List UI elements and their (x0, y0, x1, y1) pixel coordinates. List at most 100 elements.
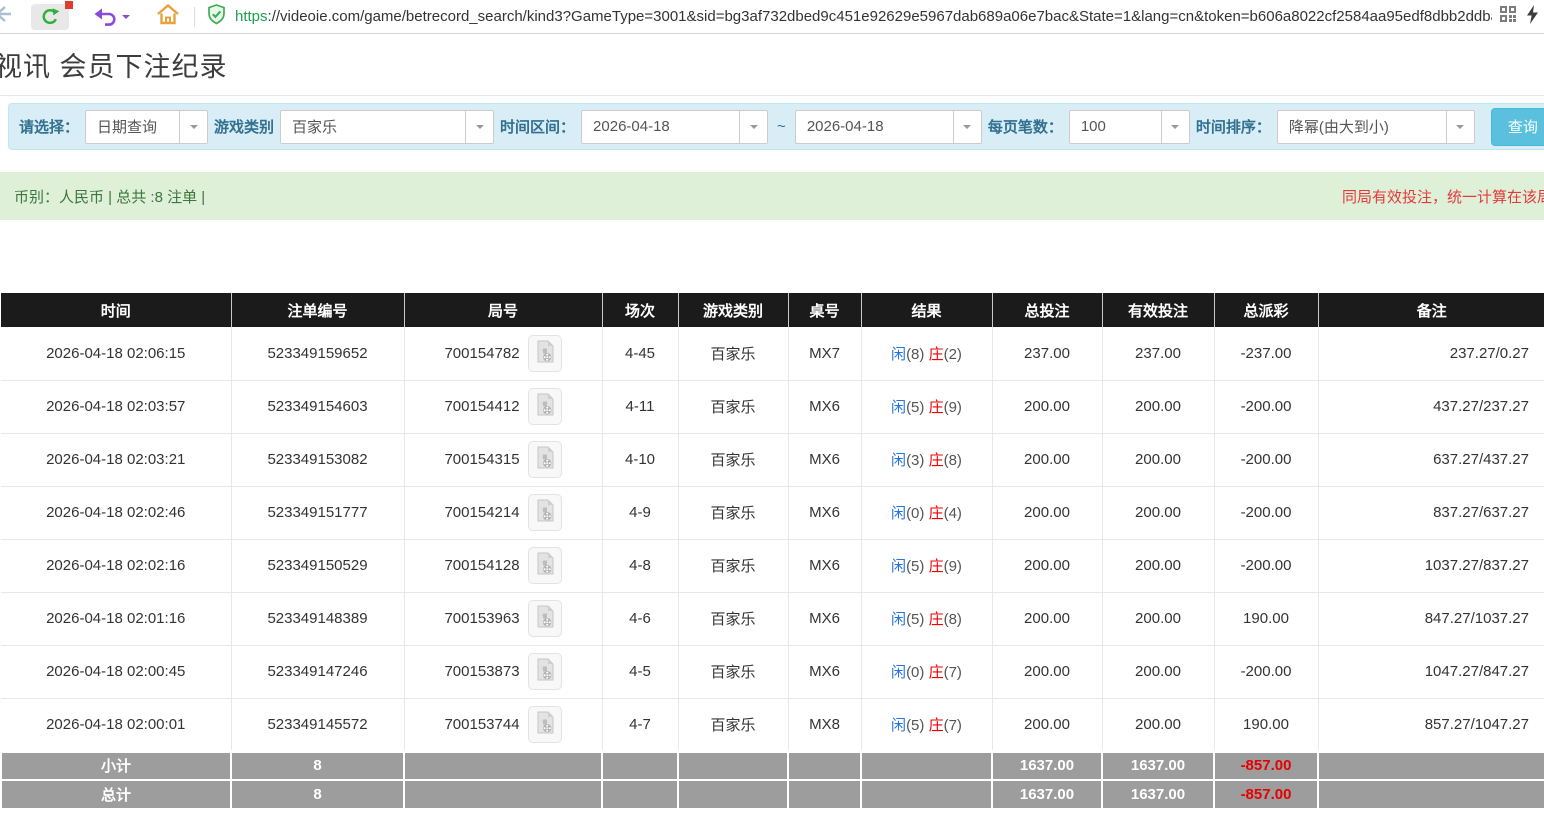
cell-session: 4-9 (602, 486, 678, 539)
bet-records-table: 时间注单编号局号场次游戏类别桌号结果总投注有效投注总派彩备注 2026-04-1… (0, 293, 1544, 810)
table-row: 2026-04-18 02:00:01523349145572700153744… (1, 698, 1544, 751)
video-file-icon (535, 340, 555, 367)
cell-table-no: MX6 (788, 592, 861, 645)
cell-time: 2026-04-18 02:02:46 (1, 486, 231, 539)
cell-payout: -237.00 (1214, 327, 1318, 380)
summary-bar: 币别：人民币 | 总共 :8 注单 | 同局有效投注，统一计算在该局 (0, 172, 1544, 220)
query-type-select[interactable]: 日期查询 (85, 110, 208, 144)
cell-payout: -200.00 (1214, 380, 1318, 433)
cell-bet-id: 523349159652 (231, 327, 404, 380)
cell-remark: 637.27/437.27 (1318, 433, 1544, 486)
column-header: 场次 (602, 293, 678, 327)
cell-game-type: 百家乐 (678, 645, 788, 698)
chevron-down-icon[interactable] (122, 15, 130, 23)
cell-remark: 847.27/1037.27 (1318, 592, 1544, 645)
chevron-down-icon (1446, 111, 1474, 143)
video-file-icon (535, 552, 555, 579)
video-replay-button[interactable] (528, 388, 562, 425)
undo-icon[interactable] (93, 7, 117, 27)
column-header: 总派彩 (1214, 293, 1318, 327)
cell-session: 4-7 (602, 698, 678, 751)
cell-remark: 237.27/0.27 (1318, 327, 1544, 380)
notification-badge (65, 1, 73, 9)
cell-total-bet: 200.00 (992, 539, 1102, 592)
chevron-down-icon (953, 111, 981, 143)
cell-bet-id: 523349145572 (231, 698, 404, 751)
game-type-label: 游戏类别 (214, 116, 274, 137)
lightning-icon[interactable] (1526, 5, 1539, 29)
footer-remark (1318, 751, 1544, 780)
cell-valid-bet: 200.00 (1102, 486, 1214, 539)
round-id: 700153963 (444, 610, 519, 627)
cell-round-id: 700154782 (404, 327, 602, 380)
cell-payout: 190.00 (1214, 698, 1318, 751)
cell-remark: 837.27/637.27 (1318, 486, 1544, 539)
cell-valid-bet: 200.00 (1102, 592, 1214, 645)
title-bar: 视讯 会员下注纪录 (0, 34, 1544, 96)
url-bar[interactable]: https://videoie.com/game/betrecord_searc… (235, 8, 1492, 25)
round-id: 700154315 (444, 451, 519, 468)
video-replay-button[interactable] (528, 494, 562, 531)
video-replay-button[interactable] (528, 335, 562, 372)
video-replay-button[interactable] (528, 706, 562, 743)
cell-payout: -200.00 (1214, 645, 1318, 698)
round-id: 700154214 (444, 504, 519, 521)
cell-total-bet: 237.00 (992, 327, 1102, 380)
cell-total-bet: 200.00 (992, 486, 1102, 539)
cell-session: 4-5 (602, 645, 678, 698)
video-replay-button[interactable] (528, 653, 562, 690)
valid-bet-notice: 同局有效投注，统一计算在该局 (1342, 186, 1544, 207)
cell-valid-bet: 200.00 (1102, 698, 1214, 751)
qr-code-icon[interactable] (1500, 6, 1516, 27)
cell-total-bet: 200.00 (992, 645, 1102, 698)
filter-bar: 请选择： 日期查询 游戏类别 百家乐 时间区间： 2026-04-18 ~ 20… (8, 103, 1544, 150)
cell-time: 2026-04-18 02:06:15 (1, 327, 231, 380)
cell-valid-bet: 200.00 (1102, 645, 1214, 698)
page-title: 视讯 会员下注纪录 (0, 45, 228, 84)
cell-round-id: 700153873 (404, 645, 602, 698)
video-file-icon (535, 393, 555, 420)
cell-bet-id: 523349147246 (231, 645, 404, 698)
round-id: 700153744 (444, 716, 519, 733)
video-file-icon (535, 605, 555, 632)
chevron-down-icon (179, 111, 207, 143)
game-type-select[interactable]: 百家乐 (280, 110, 494, 144)
footer-label: 小计 (1, 751, 231, 780)
back-arrow-icon[interactable] (0, 3, 13, 30)
cell-game-type: 百家乐 (678, 539, 788, 592)
cell-time: 2026-04-18 02:00:45 (1, 645, 231, 698)
date-to-select[interactable]: 2026-04-18 (795, 110, 982, 144)
summary-row: 小计81637.001637.00-857.00 (1, 751, 1544, 780)
url-scheme: https (235, 8, 268, 25)
footer-payout: -857.00 (1214, 751, 1318, 780)
table-row: 2026-04-18 02:02:16523349150529700154128… (1, 539, 1544, 592)
cell-bet-id: 523349151777 (231, 486, 404, 539)
table-row: 2026-04-18 02:02:46523349151777 700154214… (1, 486, 1544, 539)
round-id: 700154782 (444, 345, 519, 362)
cell-table-no: MX6 (788, 645, 861, 698)
cell-payout: 190.00 (1214, 592, 1318, 645)
video-replay-button[interactable] (528, 600, 562, 637)
refresh-icon[interactable] (31, 4, 69, 30)
video-replay-button[interactable] (528, 441, 562, 478)
date-from-select[interactable]: 2026-04-18 (581, 110, 768, 144)
cell-game-type: 百家乐 (678, 380, 788, 433)
url-text: ://videoie.com/game/betrecord_search/kin… (268, 8, 1492, 25)
video-replay-button[interactable] (528, 547, 562, 584)
video-file-icon (535, 499, 555, 526)
cell-time: 2026-04-18 02:01:16 (1, 592, 231, 645)
cell-valid-bet: 237.00 (1102, 327, 1214, 380)
home-icon[interactable] (156, 3, 180, 30)
cell-game-type: 百家乐 (678, 327, 788, 380)
search-button[interactable]: 查询 (1491, 108, 1544, 146)
cell-bet-id: 523349153082 (231, 433, 404, 486)
footer-total-bet: 1637.00 (992, 751, 1102, 780)
browser-toolbar: https://videoie.com/game/betrecord_searc… (0, 0, 1544, 34)
time-sort-select[interactable]: 降幂(由大到小) (1277, 110, 1475, 144)
page-size-select[interactable]: 100 (1069, 110, 1190, 144)
cell-bet-id: 523349148389 (231, 592, 404, 645)
table-row: 2026-04-18 02:01:16523349148389 700153963… (1, 592, 1544, 645)
footer-count: 8 (231, 780, 404, 809)
round-id: 700154128 (444, 557, 519, 574)
column-header: 局号 (404, 293, 602, 327)
